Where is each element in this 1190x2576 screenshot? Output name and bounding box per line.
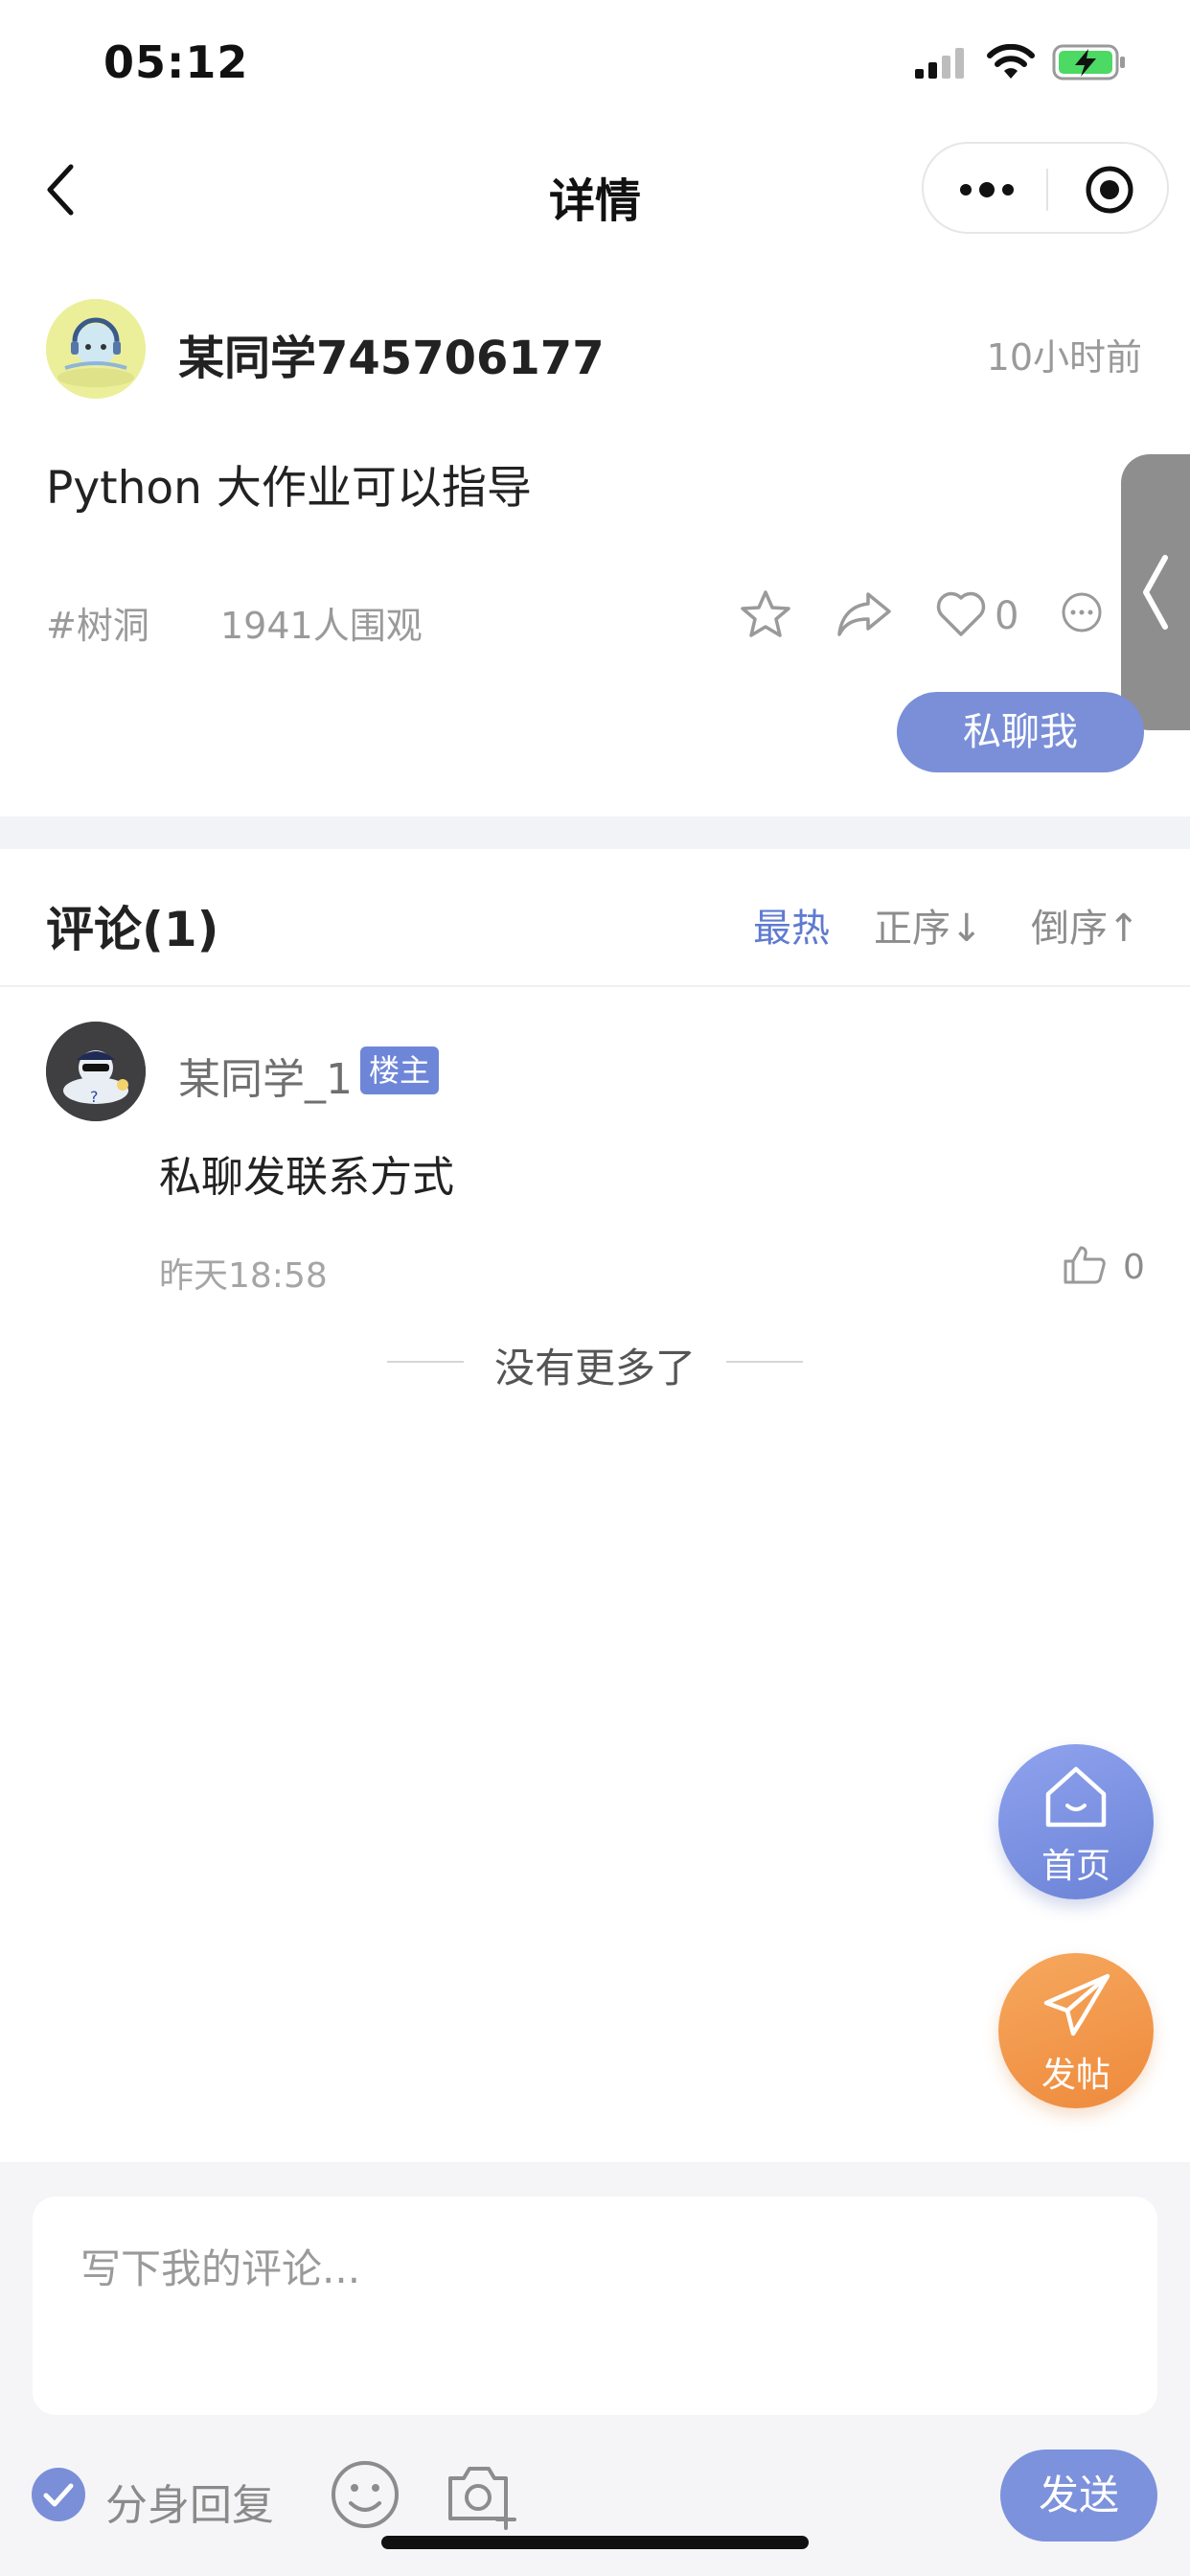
end-line-right — [726, 1361, 803, 1363]
cellular-signal-icon — [915, 48, 969, 82]
more-options-icon[interactable] — [958, 178, 1016, 205]
commenter-avatar[interactable]: ? — [46, 1022, 146, 1121]
author-avatar[interactable] — [46, 299, 146, 399]
emoji-icon[interactable] — [330, 2459, 400, 2534]
comments-title: 评论(1) — [46, 902, 219, 957]
new-post-button[interactable]: 发帖 — [998, 1953, 1154, 2108]
private-message-button[interactable]: 私聊我 — [897, 692, 1144, 772]
view-count: 1941人围观 — [220, 605, 423, 647]
alias-reply-check-icon[interactable] — [31, 2467, 86, 2526]
post-content: Python 大作业可以指导 — [46, 462, 532, 515]
home-button[interactable]: 首页 — [998, 1744, 1154, 1899]
sort-hot-tab[interactable]: 最热 — [753, 897, 830, 953]
comment-like-count: 0 — [1123, 1248, 1145, 1287]
commenter-name[interactable]: 某同学_1 — [178, 1045, 353, 1106]
comment-time: 昨天18:58 — [159, 1256, 328, 1296]
favorite-star-icon[interactable] — [738, 588, 793, 644]
home-indicator — [381, 2536, 809, 2549]
battery-icon — [1052, 44, 1129, 86]
comment-input[interactable] — [79, 2244, 1117, 2293]
new-post-label: 发帖 — [1041, 2056, 1110, 2095]
sort-ascending-tab[interactable]: 正序↓ — [874, 897, 983, 953]
capsule-divider — [1046, 169, 1048, 211]
paper-plane-icon — [1043, 1973, 1110, 2036]
comment-box[interactable] — [33, 2196, 1157, 2415]
send-button[interactable]: 发送 — [1000, 2450, 1157, 2542]
home-label: 首页 — [1041, 1847, 1110, 1886]
author-name[interactable]: 某同学745706177 — [178, 320, 605, 387]
section-divider — [0, 816, 1190, 849]
thumbs-up-icon[interactable] — [1062, 1244, 1108, 1290]
chevron-left-icon — [1143, 555, 1168, 630]
more-circle-icon[interactable] — [1060, 590, 1104, 638]
divider — [0, 985, 1190, 987]
post-tag[interactable]: #树洞 — [46, 596, 149, 649]
home-icon — [1045, 1766, 1107, 1828]
post-time: 10小时前 — [986, 336, 1142, 379]
side-drawer-handle[interactable] — [1121, 454, 1190, 730]
like-heart-icon[interactable] — [934, 588, 988, 642]
no-more-text: 没有更多了 — [493, 1345, 696, 1392]
op-badge: 楼主 — [360, 1046, 439, 1094]
wifi-icon — [987, 43, 1035, 84]
share-icon[interactable] — [835, 588, 893, 642]
mini-program-capsule — [922, 142, 1169, 234]
alias-reply-label[interactable]: 分身回复 — [105, 2471, 274, 2532]
close-mini-program-icon[interactable] — [1083, 163, 1136, 220]
comment-text: 私聊发联系方式 — [159, 1153, 454, 1202]
status-time: 05:12 — [103, 36, 249, 88]
camera-icon[interactable] — [445, 2459, 517, 2534]
sort-descending-tab[interactable]: 倒序↑ — [1031, 897, 1140, 953]
svg-text:?: ? — [90, 1088, 99, 1106]
like-count: 0 — [995, 594, 1019, 638]
